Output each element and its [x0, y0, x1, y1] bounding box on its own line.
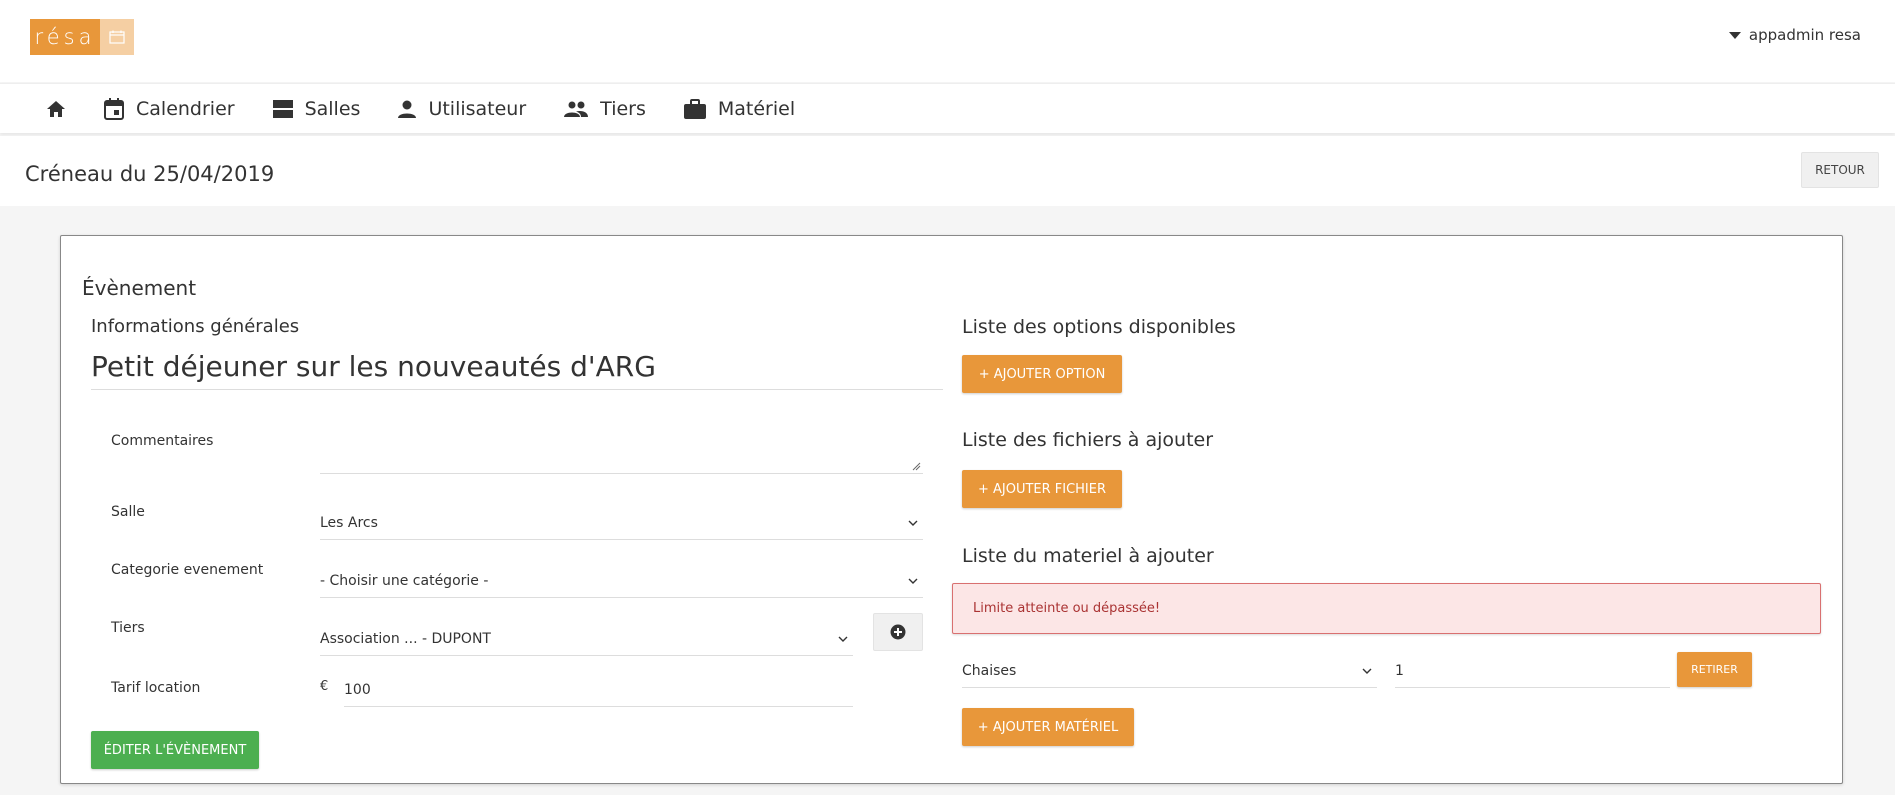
equipment-heading: Liste du materiel à ajouter	[962, 545, 1214, 567]
room-label: Salle	[111, 504, 145, 520]
top-header: résa appadmin resa	[0, 0, 1895, 82]
equipment-select[interactable]: Chaises	[962, 655, 1377, 688]
comments-row: Commentaires	[91, 433, 951, 474]
back-button[interactable]: RETOUR	[1801, 152, 1879, 188]
group-icon	[564, 101, 589, 117]
card-title: Évènement	[82, 276, 197, 300]
options-heading: Liste des options disponibles	[962, 316, 1236, 338]
user-name: appadmin resa	[1748, 26, 1861, 44]
equipment-value: Chaises	[962, 663, 1017, 679]
user-icon	[398, 100, 417, 118]
nav-home[interactable]	[46, 84, 66, 134]
chevron-down-icon	[1362, 668, 1372, 674]
page-title: Créneau du 25/04/2019	[25, 162, 275, 186]
nav-label-calendar: Calendrier	[136, 97, 235, 120]
equipment-quantity: 1	[1395, 663, 1404, 679]
room-select[interactable]: Les Arcs	[320, 507, 923, 540]
comments-textarea[interactable]	[320, 433, 923, 474]
files-heading: Liste des fichiers à ajouter	[962, 429, 1214, 451]
edit-event-button[interactable]: ÉDITER L'ÉVÈNEMENT	[91, 731, 259, 769]
logo-text: résa	[30, 19, 100, 55]
rooms-icon	[272, 99, 293, 118]
page-title-bar: Créneau du 25/04/2019 RETOUR	[0, 136, 1895, 206]
event-name-input[interactable]: Petit déjeuner sur les nouveautés d'ARG	[91, 350, 943, 390]
briefcase-icon	[683, 98, 706, 119]
add-file-button[interactable]: + AJOUTER FICHIER	[962, 470, 1122, 508]
category-row: Categorie evenement - Choisir une catégo…	[91, 562, 951, 602]
comments-label: Commentaires	[111, 433, 214, 449]
nav-label-user: Utilisateur	[428, 97, 527, 120]
caret-down-icon	[1728, 31, 1741, 39]
calendar-icon	[104, 97, 124, 120]
nav-calendar[interactable]: Calendrier	[104, 84, 235, 134]
add-third-party-button[interactable]	[873, 613, 923, 651]
room-value: Les Arcs	[320, 515, 378, 531]
nav-label-rooms: Salles	[304, 97, 361, 120]
add-equipment-button[interactable]: + AJOUTER MATÉRIEL	[962, 708, 1134, 746]
home-icon	[47, 100, 65, 117]
nav-equipment[interactable]: Matériel	[683, 84, 796, 134]
general-info-heading: Informations générales	[91, 316, 300, 337]
nav-label-equipment: Matériel	[717, 97, 796, 120]
price-label: Tarif location	[111, 680, 201, 696]
nav-label-third-party: Tiers	[600, 97, 646, 120]
chevron-down-icon	[908, 578, 918, 584]
resize-grip-icon	[912, 462, 921, 471]
nav-user[interactable]: Utilisateur	[398, 84, 526, 134]
user-menu[interactable]: appadmin resa	[1728, 26, 1861, 44]
chevron-down-icon	[838, 636, 848, 642]
event-card: Évènement Informations générales Petit d…	[60, 235, 1843, 784]
category-label: Categorie evenement	[111, 562, 264, 578]
nav-third-party[interactable]: Tiers	[564, 84, 646, 134]
third-party-value: Association ... - DUPONT	[320, 631, 491, 647]
app-logo[interactable]: résa	[30, 19, 134, 55]
third-party-select[interactable]: Association ... - DUPONT	[320, 623, 853, 656]
currency-prefix: €	[320, 679, 329, 694]
third-party-label: Tiers	[111, 620, 145, 636]
room-row: Salle Les Arcs	[91, 504, 951, 544]
add-option-button[interactable]: + AJOUTER OPTION	[962, 355, 1122, 393]
logo-calendar-icon	[100, 19, 134, 55]
limit-alert: Limite atteinte ou dépassée!	[952, 583, 1821, 634]
third-party-row: Tiers Association ... - DUPONT	[91, 613, 951, 660]
price-row: Tarif location € 100	[91, 679, 951, 720]
equipment-quantity-input[interactable]: 1	[1395, 655, 1670, 688]
main-nav: Calendrier Salles Utilisateur Tiers Maté…	[0, 83, 1895, 133]
category-select[interactable]: - Choisir une catégorie -	[320, 565, 923, 598]
price-value: 100	[344, 682, 371, 698]
category-value: - Choisir une catégorie -	[320, 573, 489, 589]
nav-rooms[interactable]: Salles	[272, 84, 361, 134]
chevron-down-icon	[908, 520, 918, 526]
remove-equipment-button[interactable]: RETIRER	[1677, 652, 1752, 687]
price-input[interactable]: 100	[344, 674, 853, 707]
plus-circle-icon	[890, 624, 906, 640]
